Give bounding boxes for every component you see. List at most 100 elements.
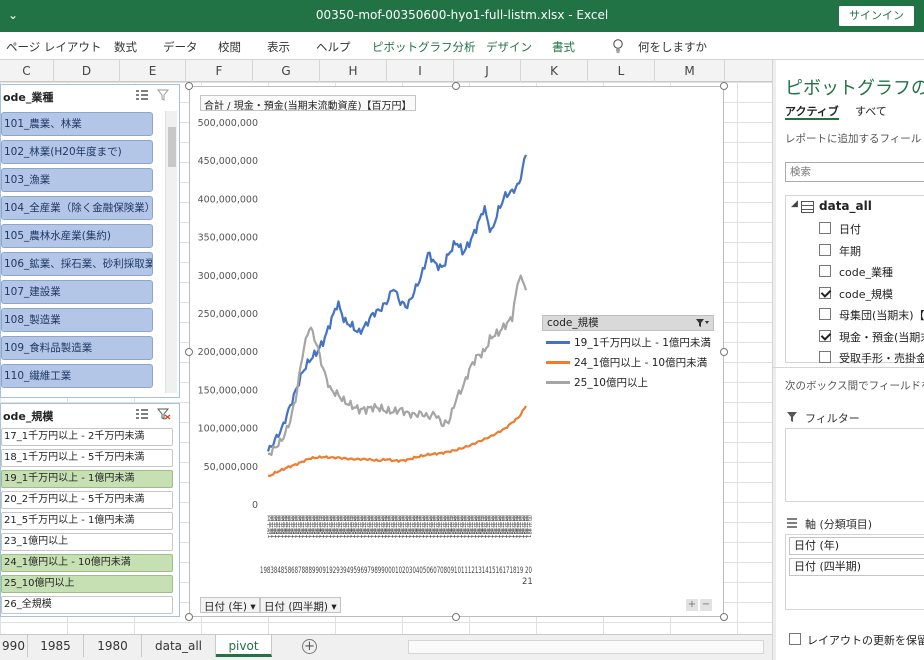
column-header-j[interactable]: J <box>454 60 521 82</box>
slicer-item[interactable]: 107_建設業 <box>1 280 153 304</box>
tab-pivotchart-analyze[interactable]: ピボットグラフ分析 <box>372 39 476 55</box>
resize-handle-br[interactable] <box>720 613 728 621</box>
column-header-f[interactable]: F <box>186 60 253 82</box>
legend-swatch <box>546 341 570 344</box>
resize-handle-right[interactable] <box>720 348 728 356</box>
legend-field-label: code_規模 <box>547 317 599 329</box>
axis-area-item[interactable]: 日付 (四半期) <box>789 558 924 576</box>
resize-handle-tl[interactable] <box>185 82 193 90</box>
slicer-item[interactable]: 23_1億円以上 <box>1 533 173 551</box>
resize-handle-tr[interactable] <box>720 82 728 90</box>
add-sheet-icon[interactable]: + <box>302 639 317 654</box>
field-checkbox[interactable] <box>819 286 831 299</box>
resize-handle-bl[interactable] <box>185 613 193 621</box>
tab-view[interactable]: 表示 <box>267 39 290 55</box>
slicer-scrollbar[interactable] <box>165 111 177 393</box>
y-tick-label: 500,000,000 <box>198 118 258 129</box>
tab-review[interactable]: 校閲 <box>218 39 241 55</box>
slicer-item[interactable]: 103_漁業 <box>1 168 153 192</box>
slicer-item[interactable]: 25_10億円以上 <box>1 575 173 593</box>
slicer-item[interactable]: 105_農林水産業(集約) <box>1 224 153 248</box>
horizontal-scrollbar[interactable] <box>408 640 764 654</box>
slicer-item[interactable]: 18_1千万円以上 - 5千万円未満 <box>1 449 173 467</box>
column-header-e[interactable]: E <box>120 60 186 82</box>
tab-formulas[interactable]: 数式 <box>114 39 137 55</box>
resize-handle-bottom[interactable] <box>452 613 460 621</box>
slicer-item[interactable]: 102_林業(H20年度まで) <box>1 140 153 164</box>
tell-me-search[interactable]: 何をしますか <box>638 39 707 55</box>
slicer-item[interactable]: 17_1千万円以上 - 2千万円未満 <box>1 428 173 446</box>
field-search-input[interactable]: 検索 <box>785 162 924 182</box>
scrollbar-thumb[interactable] <box>168 127 176 167</box>
multi-select-icon[interactable] <box>135 89 149 101</box>
tab-format[interactable]: 書式 <box>552 39 575 55</box>
slicer-title: ode_規模 <box>3 410 54 423</box>
slicer-item[interactable]: 109_食料品製造業 <box>1 336 153 360</box>
slicer-item[interactable]: 110_繊維工業 <box>1 364 153 388</box>
legend-field-button[interactable]: code_規模 <box>542 315 714 331</box>
sheet-tab[interactable]: 990 <box>0 635 28 657</box>
tab-help[interactable]: ヘルプ <box>316 39 351 55</box>
field-checkbox[interactable] <box>819 329 831 342</box>
expand-field-button[interactable]: + <box>686 599 698 611</box>
series-line-1[interactable] <box>267 405 527 477</box>
slicer-item[interactable]: 108_製造業 <box>1 308 153 332</box>
axis-area-item[interactable]: 日付 (年) <box>789 537 924 555</box>
resize-handle-left[interactable] <box>185 348 193 356</box>
slicer-item[interactable]: 24_1億円以上 - 10億円未満 <box>1 554 173 572</box>
defer-update-checkbox[interactable] <box>789 633 801 645</box>
column-header-c[interactable]: C <box>0 60 54 82</box>
y-tick-label: 100,000,000 <box>198 424 258 435</box>
y-tick-label: 350,000,000 <box>198 233 258 244</box>
signin-button[interactable]: サインイン <box>839 6 914 26</box>
column-header-m[interactable]: M <box>655 60 725 82</box>
column-header-g[interactable]: G <box>253 60 320 82</box>
clear-filter-icon[interactable] <box>157 89 171 101</box>
slicer-item[interactable]: 19_1千万円以上 - 1億円未満 <box>1 470 173 488</box>
field-label: 現金・預金(当期末 <box>839 330 924 344</box>
slicer-item[interactable]: 21_5千万円以上 - 1億円未満 <box>1 512 173 530</box>
column-header-l[interactable]: L <box>588 60 655 82</box>
pane-scrollbar[interactable] <box>773 60 776 660</box>
field-checkbox[interactable] <box>819 308 831 320</box>
column-header-h[interactable]: H <box>320 60 387 82</box>
axis-field-button-year[interactable]: 日付 (年) ▾ <box>200 597 260 613</box>
collapse-field-button[interactable]: − <box>700 599 712 611</box>
slicer-item[interactable]: 101_農業、林業 <box>1 112 153 136</box>
table-icon <box>801 201 814 213</box>
field-checkbox[interactable] <box>819 265 831 277</box>
axis-field-button-quarter[interactable]: 日付 (四半期) ▾ <box>260 597 341 613</box>
y-tick-label: 0 <box>252 500 258 511</box>
tab-data[interactable]: データ <box>163 39 198 55</box>
pivot-chart[interactable]: 合計 / 現金・預金(当期末流動資産)【百万円】 0 50,000,000 100,… <box>189 86 724 617</box>
multi-select-icon[interactable] <box>135 408 149 420</box>
resize-handle-top[interactable] <box>452 82 460 90</box>
pane-title: ピボットグラフのフィ <box>785 78 924 99</box>
filter-dropdown-icon[interactable] <box>696 318 710 328</box>
slicer-item[interactable]: 104_全産業（除く金融保険業） <box>1 196 153 220</box>
column-header-d[interactable]: D <box>54 60 120 82</box>
field-checkbox[interactable] <box>819 351 831 363</box>
tab-all-fields[interactable]: すべて <box>855 103 887 119</box>
field-checkbox[interactable] <box>819 222 831 234</box>
column-header-k[interactable]: K <box>521 60 588 82</box>
slicer-item[interactable]: 106_鉱業、採石業、砂利採取業 <box>1 252 153 276</box>
tab-page-layout[interactable]: ページ レイアウト <box>6 39 101 55</box>
tab-design[interactable]: デザイン <box>486 39 532 55</box>
collapse-icon[interactable]: ◢ <box>791 199 798 209</box>
slicer-code-industry: ode_業種 101_農業、林業 102_林業(H20年度まで) 103_漁業 … <box>0 84 180 398</box>
filter-area-box[interactable] <box>785 428 924 502</box>
sheet-tab[interactable]: 1985 <box>28 635 84 657</box>
y-tick-label: 200,000,000 <box>198 347 258 358</box>
slicer-item[interactable]: 26_全規模 <box>1 596 173 614</box>
column-header-i[interactable]: I <box>387 60 454 82</box>
sheet-tab[interactable]: 1980 <box>84 635 142 657</box>
slicer-header: ode_規模 <box>1 404 179 426</box>
series-line-0[interactable] <box>266 154 528 452</box>
clear-filter-icon[interactable] <box>157 408 171 420</box>
slicer-item[interactable]: 20_2千万円以上 - 5千万円未満 <box>1 491 173 509</box>
sheet-tab-active[interactable]: pivot <box>216 635 272 657</box>
field-checkbox[interactable] <box>819 243 831 256</box>
sheet-tab[interactable]: data_all <box>142 635 216 657</box>
tab-active-fields[interactable]: アクティブ <box>785 103 839 120</box>
